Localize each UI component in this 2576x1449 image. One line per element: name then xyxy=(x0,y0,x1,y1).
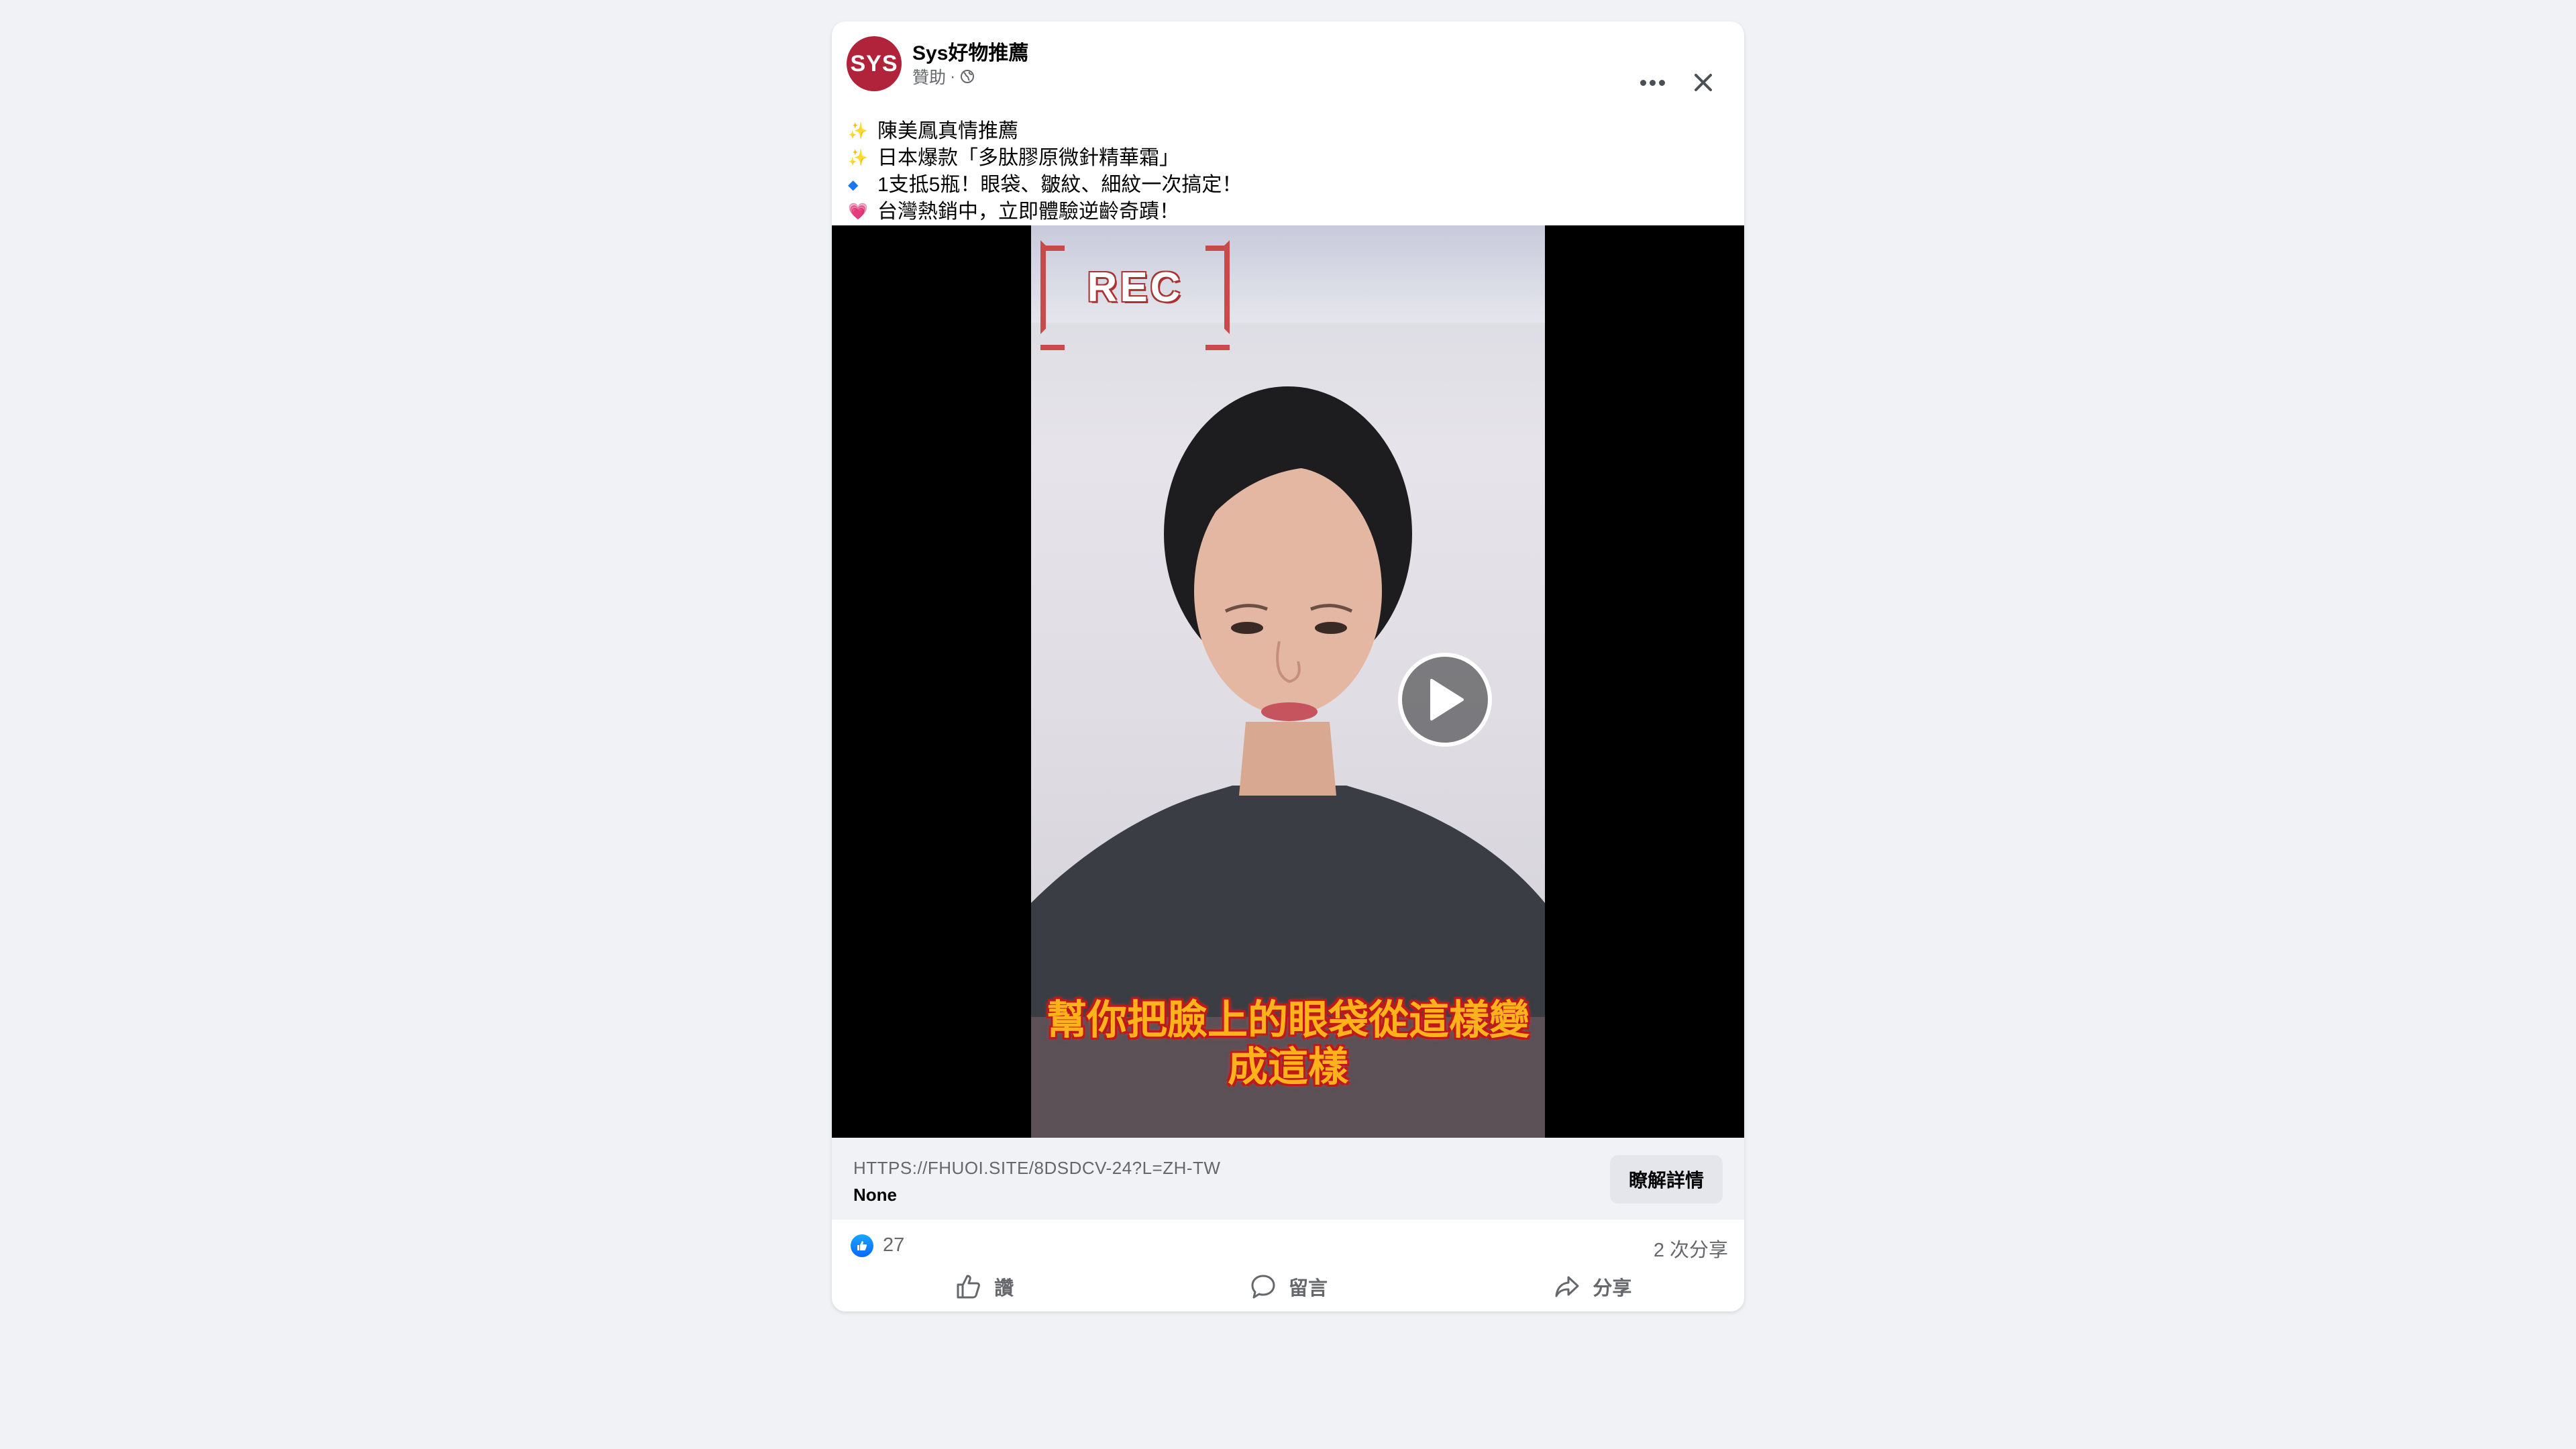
post-line: ◆ 1支抵5瓶！眼袋、皺紋、細紋一次搞定！ xyxy=(848,172,1242,199)
link-url[interactable]: HTTPS://FHUOI.SITE/8DSDCV-24?L=ZH-TW xyxy=(853,1158,1220,1179)
sponsored-post-card: SYS Sys好物推薦 贊助 · ✨ 陳美鳳真情推薦 ✨ 日本爆款「多肽膠原微針… xyxy=(832,21,1744,1311)
meta-separator: · xyxy=(950,66,956,86)
like-reaction-icon[interactable] xyxy=(851,1234,873,1257)
link-title[interactable]: None xyxy=(853,1185,897,1205)
action-bar: 讚 留言 分享 xyxy=(832,1265,1744,1308)
like-button[interactable]: 讚 xyxy=(832,1265,1136,1308)
share-label: 分享 xyxy=(1593,1278,1632,1299)
share-button[interactable]: 分享 xyxy=(1440,1265,1744,1308)
rec-label: REC xyxy=(1087,264,1183,311)
post-line-text: 陳美鳳真情推薦 xyxy=(877,120,1018,142)
globe-icon xyxy=(959,68,975,85)
comment-icon xyxy=(1251,1275,1275,1299)
post-meta: 贊助 · xyxy=(912,64,975,89)
page-name[interactable]: Sys好物推薦 xyxy=(912,36,1028,66)
close-icon[interactable] xyxy=(1688,67,1719,98)
comment-label: 留言 xyxy=(1288,1278,1328,1299)
rec-badge: REC xyxy=(1040,240,1230,350)
play-icon xyxy=(1430,679,1464,720)
share-count[interactable]: 2 次分享 xyxy=(1654,1234,1728,1263)
video-player[interactable]: REC 幫你把臉上的眼袋從這樣變 成這樣 xyxy=(832,225,1744,1138)
thumbs-up-icon xyxy=(957,1275,981,1299)
video-frame: REC 幫你把臉上的眼袋從這樣變 成這樣 xyxy=(1031,225,1545,1138)
post-line: ✨ 日本爆款「多肽膠原微針精華霜」 xyxy=(848,145,1242,172)
more-options-icon[interactable] xyxy=(1635,66,1669,99)
reactions-bar: 27 2 次分享 xyxy=(832,1220,1744,1265)
post-line-text: 1支抵5瓶！眼袋、皺紋、細紋一次搞定！ xyxy=(877,174,1242,196)
video-caption: 幫你把臉上的眼袋從這樣變 成這樣 xyxy=(1031,997,1545,1091)
caption-line: 成這樣 xyxy=(1228,1044,1348,1091)
post-header: SYS Sys好物推薦 贊助 · xyxy=(832,21,1744,109)
play-button[interactable] xyxy=(1398,653,1492,747)
post-line-text: 日本爆款「多肽膠原微針精華霜」 xyxy=(877,147,1179,169)
learn-more-button[interactable]: 瞭解詳情 xyxy=(1610,1155,1723,1203)
caption-line: 幫你把臉上的眼袋從這樣變 xyxy=(1046,997,1529,1044)
blue-diamond-icon: ◆ xyxy=(848,178,859,193)
post-message: ✨ 陳美鳳真情推薦 ✨ 日本爆款「多肽膠原微針精華霜」 ◆ 1支抵5瓶！眼袋、皺… xyxy=(848,118,1242,225)
post-line: 💗 台灣熱銷中，立即體驗逆齡奇蹟！ xyxy=(848,199,1242,225)
reaction-count[interactable]: 27 xyxy=(883,1234,904,1256)
avatar[interactable]: SYS xyxy=(847,36,902,91)
like-label: 讚 xyxy=(994,1278,1014,1299)
post-line-text: 台灣熱銷中，立即體驗逆齡奇蹟！ xyxy=(877,201,1179,223)
share-icon xyxy=(1555,1276,1579,1297)
heart-icon: 💗 xyxy=(848,203,868,221)
sponsored-label[interactable]: 贊助 xyxy=(912,64,946,89)
sparkles-icon: ✨ xyxy=(848,149,868,167)
link-preview[interactable]: HTTPS://FHUOI.SITE/8DSDCV-24?L=ZH-TW Non… xyxy=(832,1138,1744,1220)
post-line: ✨ 陳美鳳真情推薦 xyxy=(848,118,1242,145)
comment-button[interactable]: 留言 xyxy=(1136,1265,1440,1308)
sparkles-icon: ✨ xyxy=(848,122,868,140)
